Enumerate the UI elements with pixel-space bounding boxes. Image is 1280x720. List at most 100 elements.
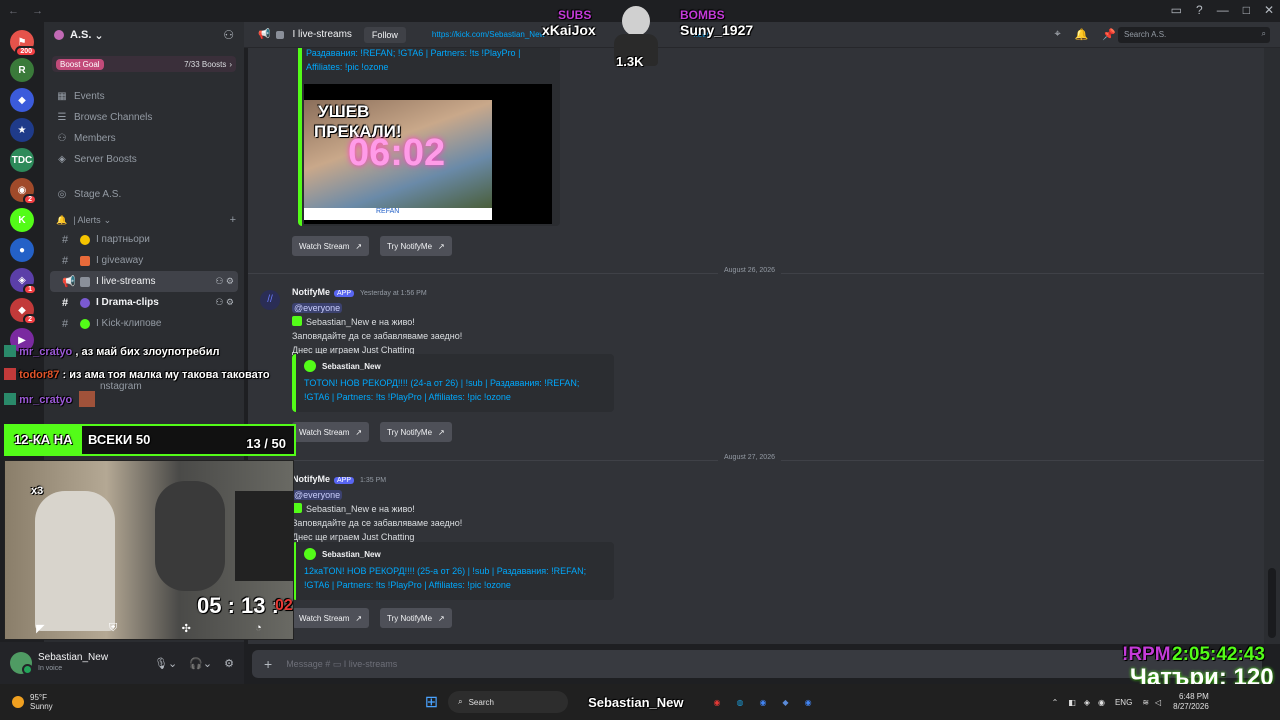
tray-chevron-icon[interactable]: ⌃: [1052, 698, 1059, 707]
avatar[interactable]: [10, 652, 33, 675]
menu-label: Members: [74, 133, 116, 144]
channel-drama-clips[interactable]: # I Drama-clips ⚇ ⚙: [50, 292, 238, 313]
category-alerts[interactable]: 🔔 | Alerts ⌄ +: [44, 211, 244, 229]
nav-arrows[interactable]: ← →: [8, 5, 53, 17]
volume-icon[interactable]: ◁: [1155, 698, 1161, 707]
add-channel-icon[interactable]: +: [230, 214, 236, 226]
chrome-icon[interactable]: ◉: [759, 698, 766, 707]
channel-settings-icon[interactable]: ⚇ ⚙: [215, 297, 234, 308]
subs-name: xKaiJox: [542, 22, 596, 38]
try-notifyme-button[interactable]: Try NotifyMe ↗: [380, 608, 452, 628]
bell-icon[interactable]: 🔔: [1075, 28, 1089, 41]
stage-channel[interactable]: ◎ Stage A.S.: [44, 184, 244, 205]
channel-partners[interactable]: # I партньори: [50, 229, 238, 250]
inbox-icon[interactable]: ▭: [1171, 3, 1182, 17]
mention[interactable]: @everyone: [292, 490, 343, 500]
language-indicator[interactable]: ENG: [1115, 698, 1132, 707]
server-icon[interactable]: ★: [10, 118, 34, 142]
message-author[interactable]: NotifyMe: [292, 287, 330, 297]
scrollbar-thumb[interactable]: [1268, 568, 1276, 638]
message-author[interactable]: NotifyMe: [292, 474, 330, 484]
channel-settings-icon[interactable]: ⚇ ⚙: [215, 276, 234, 287]
server-icon[interactable]: R: [10, 58, 34, 82]
app-icon[interactable]: ◆: [782, 698, 788, 707]
menu-browse-channels[interactable]: ☰ Browse Channels: [44, 107, 244, 128]
date-label: August 27, 2026: [718, 454, 781, 461]
menu-server-boosts[interactable]: ◈ Server Boosts: [44, 149, 244, 170]
microphone-icon[interactable]: 🎙⌄: [154, 657, 177, 670]
channel-live-streams[interactable]: 📢 I live-streams ⚇ ⚙: [50, 271, 238, 292]
try-notifyme-button[interactable]: Try NotifyMe ↗: [380, 422, 452, 442]
message-list: Раздавания: !REFAN; !GTA6 | Partners: !t…: [248, 48, 1264, 644]
channel-topic-url[interactable]: https://kick.com/Sebastian_New: [432, 30, 545, 39]
clock-time: 6:48 PM: [1178, 692, 1209, 701]
minimize-button[interactable]: —: [1217, 3, 1229, 17]
maximize-button[interactable]: □: [1243, 3, 1250, 17]
add-attachment-icon[interactable]: +: [264, 656, 272, 672]
close-button[interactable]: ✕: [1264, 3, 1274, 17]
channel-kick-clips[interactable]: # I Kick-клипове: [50, 313, 238, 334]
embed-text[interactable]: Раздавания: !REFAN; !GTA6 | Partners: !t…: [302, 48, 560, 74]
menu-members[interactable]: ⚇ Members: [44, 128, 244, 149]
goal-bar: 12-КА НА ВСЕКИ 50 13 / 50: [4, 424, 296, 456]
gear-icon[interactable]: ⚙: [224, 657, 234, 670]
server-icon[interactable]: ●: [10, 238, 34, 262]
chevron-down-icon: ⌄: [103, 214, 112, 225]
pin-icon[interactable]: 📌: [1102, 28, 1116, 41]
tray-icon[interactable]: ◈: [1084, 698, 1090, 707]
headphones-icon[interactable]: 🎧⌄: [189, 657, 212, 670]
server-icon[interactable]: ◈ 1: [10, 268, 37, 295]
menu-events[interactable]: ▦ Events: [44, 86, 244, 107]
watch-stream-button[interactable]: Watch Stream ↗: [292, 422, 370, 442]
threads-icon[interactable]: ⌖: [1055, 28, 1061, 41]
bell-icon: 🔔: [56, 214, 68, 225]
guild-header[interactable]: A.S. ⌄ ⚇: [44, 22, 244, 48]
taskbar-search[interactable]: ⌕ Search: [448, 691, 569, 713]
wifi-icon[interactable]: ≋: [1142, 698, 1149, 707]
try-notifyme-button[interactable]: Try NotifyMe ↗: [380, 236, 452, 256]
watch-stream-button[interactable]: Watch Stream ↗: [292, 608, 370, 628]
watch-stream-button[interactable]: Watch Stream ↗: [292, 236, 370, 256]
message-line: Заповядайте да се забавляваме заедно!: [292, 518, 463, 528]
tray-icon[interactable]: ◉: [1098, 698, 1105, 707]
chrome-icon[interactable]: ◉: [805, 698, 812, 707]
steam-icon[interactable]: ◍: [736, 698, 743, 707]
clock[interactable]: 6:48 PM 8/27/2026: [1173, 692, 1209, 712]
stream-thumbnail[interactable]: УШЕВ ПРЕКАЛИ! 06:02 REFAN: [304, 84, 552, 224]
embed-author[interactable]: Sebastian_New: [296, 354, 614, 372]
windows-start-icon[interactable]: ⊞: [425, 692, 438, 712]
app-icon[interactable]: ◉: [713, 698, 720, 707]
back-arrow-icon[interactable]: ←: [8, 5, 19, 17]
notifyme-avatar[interactable]: //: [260, 290, 280, 310]
goal-label-2: ВСЕКИ 50: [88, 432, 151, 447]
user-info[interactable]: Sebastian_New In voice: [38, 652, 108, 674]
embed-author[interactable]: Sebastian_New: [296, 542, 614, 560]
message-composer[interactable]: + Message # ▭ I live-streams: [252, 650, 1262, 678]
embed-title[interactable]: TOTON! НОВ РЕКОРД!!!! (24-а от 26) | !su…: [296, 372, 614, 404]
server-icon[interactable]: TDC: [10, 148, 34, 172]
add-member-icon[interactable]: ⚇: [223, 28, 234, 42]
tray-icon[interactable]: ◧: [1068, 698, 1076, 707]
server-icon[interactable]: ◆: [10, 88, 34, 112]
mention[interactable]: @everyone: [292, 303, 343, 313]
help-icon[interactable]: ?: [1196, 3, 1203, 17]
weather-widget[interactable]: 95°F Sunny: [12, 693, 53, 711]
search-input[interactable]: Search A.S. ⌕: [1118, 27, 1270, 43]
channel-giveaway[interactable]: # I giveaway: [50, 250, 238, 271]
server-icon[interactable]: K: [10, 208, 34, 232]
boost-goal-bar[interactable]: Boost Goal 7/33 Boosts ›: [52, 56, 236, 72]
follow-button[interactable]: Follow: [363, 26, 406, 43]
embed-title[interactable]: 12каTON! НОВ РЕКОРД!!!! (25-а от 26) | !…: [296, 560, 614, 592]
forward-arrow-icon[interactable]: →: [32, 5, 43, 17]
mascot-icon: 1.3K: [606, 4, 666, 70]
thumbnail-image: УШЕВ ПРЕКАЛИ! 06:02: [304, 100, 492, 208]
server-icon[interactable]: ⚑ 200: [10, 30, 37, 57]
server-icon[interactable]: ◉ 2: [10, 178, 37, 205]
server-icon[interactable]: ◆ 2: [10, 298, 37, 325]
button-label: Try NotifyMe: [387, 241, 433, 251]
scrollbar[interactable]: [1264, 48, 1280, 644]
bombs-name: Suny_1927: [680, 22, 754, 38]
hash-icon: #: [62, 296, 69, 309]
embed-line: Раздавания: !REFAN; !GTA6 | Partners: !t…: [306, 48, 521, 58]
button-label: Watch Stream: [299, 613, 350, 623]
